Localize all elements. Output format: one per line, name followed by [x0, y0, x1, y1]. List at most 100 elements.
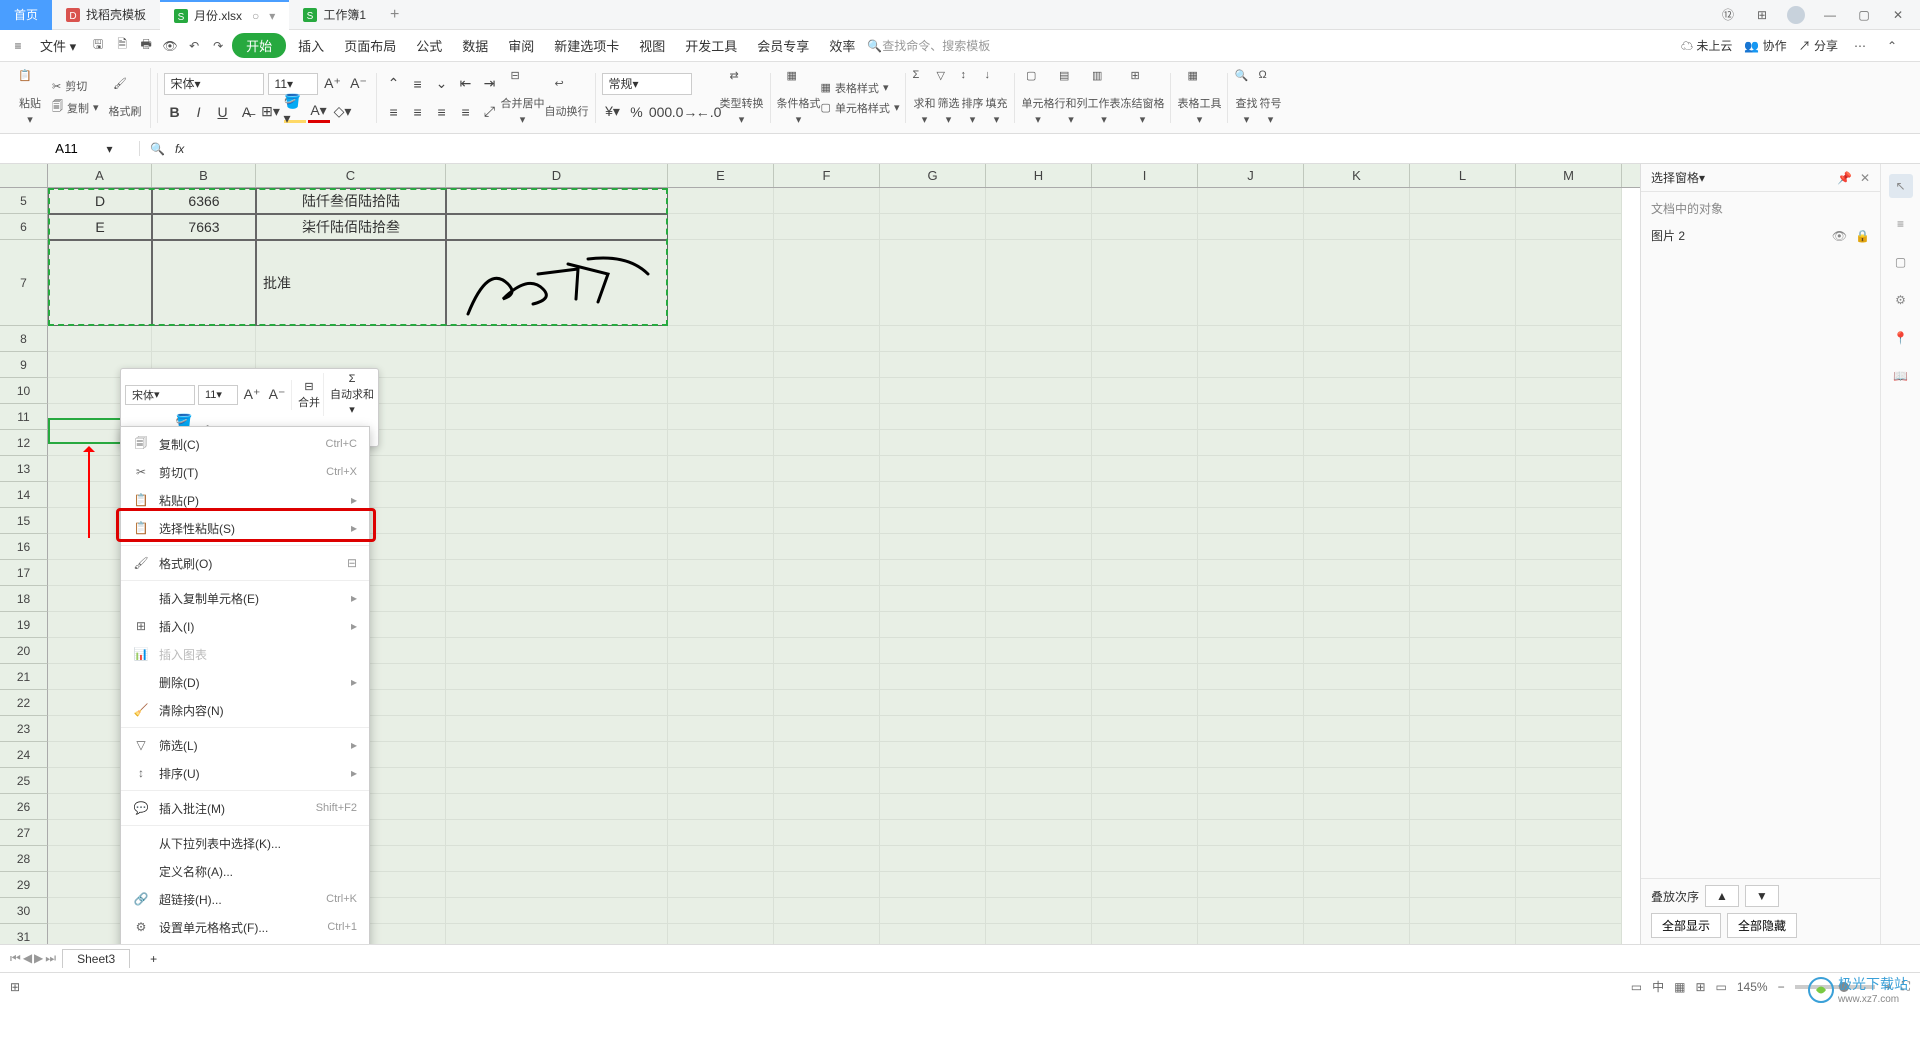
cell[interactable] [1516, 690, 1622, 716]
cell[interactable] [1304, 846, 1410, 872]
cell[interactable] [668, 188, 774, 214]
lock-icon[interactable]: 🔒 [1855, 229, 1870, 243]
sum-button[interactable]: Σ求和▾ [912, 69, 936, 126]
mini-dec-font[interactable]: A⁻ [266, 384, 288, 406]
cell[interactable] [1304, 638, 1410, 664]
cell[interactable] [986, 820, 1092, 846]
cell[interactable] [986, 560, 1092, 586]
cell[interactable] [668, 508, 774, 534]
menu-view[interactable]: 视图 [631, 36, 673, 55]
worksheet-button[interactable]: ▥工作表▾ [1087, 69, 1120, 126]
sheet-nav-first[interactable]: ⏮ [10, 951, 21, 966]
currency-button[interactable]: ¥▾ [602, 101, 624, 123]
rowcol-button[interactable]: ▤行和列▾ [1054, 69, 1087, 126]
cond-format-button[interactable]: ▦条件格式▾ [777, 69, 821, 126]
col-header[interactable]: E [668, 164, 774, 187]
undo-icon[interactable]: ↶ [184, 36, 204, 56]
format-painter-button[interactable]: 🖌格式刷 [109, 77, 142, 119]
select-pane-icon[interactable]: ↖ [1889, 174, 1913, 198]
cell[interactable] [1304, 768, 1410, 794]
cell[interactable] [1092, 326, 1198, 352]
menu-review[interactable]: 审阅 [500, 36, 542, 55]
cell[interactable] [1516, 404, 1622, 430]
row-header[interactable]: 26 [0, 794, 48, 820]
ctx-paste-special[interactable]: 📋选择性粘贴(S)▸ [121, 514, 369, 542]
minimize-button[interactable]: — [1818, 3, 1842, 27]
font-size-combo[interactable]: 11 ▾ [268, 73, 318, 95]
cell[interactable] [1092, 898, 1198, 924]
cell[interactable] [1092, 768, 1198, 794]
cell[interactable] [986, 240, 1092, 326]
cell[interactable]: 批准 [256, 240, 446, 326]
cell[interactable] [1410, 612, 1516, 638]
cell[interactable] [880, 352, 986, 378]
cell[interactable] [668, 560, 774, 586]
cell[interactable] [1410, 716, 1516, 742]
cell[interactable] [1516, 188, 1622, 214]
cell[interactable] [1092, 534, 1198, 560]
hamburger-icon[interactable]: ≡ [8, 36, 28, 56]
row-header[interactable]: 11 [0, 404, 48, 430]
cell[interactable] [1304, 924, 1410, 944]
cell[interactable] [1092, 690, 1198, 716]
menu-formula[interactable]: 公式 [408, 36, 450, 55]
command-search[interactable]: 🔍 查找命令、搜索模板 [867, 37, 990, 54]
cell[interactable] [1410, 742, 1516, 768]
table-tool-button[interactable]: ▦表格工具▾ [1177, 69, 1221, 126]
cell[interactable] [1304, 690, 1410, 716]
cell[interactable] [446, 612, 668, 638]
app-indicator-icon[interactable]: ⑫ [1716, 3, 1740, 27]
cell[interactable] [986, 664, 1092, 690]
close-panel-icon[interactable]: ✕ [1860, 171, 1870, 185]
cell[interactable] [668, 430, 774, 456]
collapse-icon[interactable]: ⌃ [1882, 36, 1902, 56]
cell[interactable] [1516, 742, 1622, 768]
row-header[interactable]: 21 [0, 664, 48, 690]
cell[interactable] [986, 924, 1092, 944]
align-top[interactable]: ⌃ [383, 73, 405, 95]
row-header[interactable]: 8 [0, 326, 48, 352]
cell[interactable] [48, 326, 152, 352]
cell[interactable] [1092, 638, 1198, 664]
cell[interactable] [1304, 188, 1410, 214]
cell[interactable] [1516, 664, 1622, 690]
cell[interactable] [986, 508, 1092, 534]
cell[interactable] [986, 482, 1092, 508]
cell[interactable] [668, 378, 774, 404]
cell[interactable] [668, 690, 774, 716]
italic-button[interactable]: I [188, 101, 210, 123]
cell[interactable] [1304, 430, 1410, 456]
cell[interactable] [986, 716, 1092, 742]
cell[interactable] [1198, 456, 1304, 482]
side-icon-2[interactable]: ≡ [1889, 212, 1913, 236]
cell[interactable] [880, 924, 986, 944]
align-left[interactable]: ≡ [383, 101, 405, 123]
ctx-clear[interactable]: 🧹清除内容(N) [121, 696, 369, 724]
cell[interactable] [1410, 898, 1516, 924]
cell[interactable] [880, 612, 986, 638]
cell[interactable] [446, 716, 668, 742]
merge-button[interactable]: ⊟合并居中▾ [501, 69, 545, 126]
cell[interactable] [668, 240, 774, 326]
sort-button[interactable]: ↕排序▾ [960, 69, 984, 126]
cell[interactable] [1410, 638, 1516, 664]
cell[interactable] [1304, 534, 1410, 560]
cell[interactable] [774, 214, 880, 240]
view-icon-1[interactable]: ▭ [1631, 980, 1642, 994]
align-bottom[interactable]: ⌄ [431, 73, 453, 95]
side-icon-4[interactable]: ⚙ [1889, 288, 1913, 312]
cell[interactable] [1304, 716, 1410, 742]
row-header[interactable]: 28 [0, 846, 48, 872]
cell[interactable] [668, 612, 774, 638]
cell[interactable] [1092, 508, 1198, 534]
cell[interactable] [1516, 872, 1622, 898]
cell[interactable] [668, 664, 774, 690]
cell[interactable] [1198, 482, 1304, 508]
row-header[interactable]: 9 [0, 352, 48, 378]
tab-file-current[interactable]: S 月份.xlsx ○ ▾ [160, 0, 289, 30]
cell[interactable] [986, 898, 1092, 924]
side-icon-6[interactable]: 📖 [1889, 364, 1913, 388]
row-header[interactable]: 5 [0, 188, 48, 214]
cell[interactable] [774, 430, 880, 456]
cell[interactable] [1410, 508, 1516, 534]
